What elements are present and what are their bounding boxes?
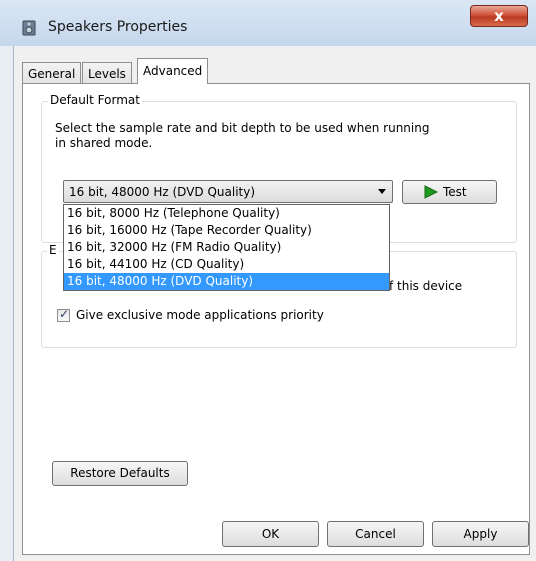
tab-general[interactable]: General: [22, 62, 82, 84]
dialog-client: General Levels Advanced Default Format S…: [13, 46, 536, 561]
restore-defaults-button[interactable]: Restore Defaults: [52, 461, 188, 486]
chevron-down-icon[interactable]: [378, 189, 386, 194]
ok-button[interactable]: OK: [222, 521, 319, 547]
exclusive-mode-label: E: [47, 243, 59, 257]
tab-levels[interactable]: Levels: [82, 62, 132, 84]
title-bar[interactable]: Speakers Properties x: [0, 0, 536, 46]
tab-advanced[interactable]: Advanced: [137, 58, 209, 84]
allow-exclusive-partial-text: f this device: [389, 279, 463, 293]
test-label: Test: [443, 185, 467, 199]
default-format-label: Default Format: [48, 93, 142, 107]
cancel-button[interactable]: Cancel: [327, 521, 424, 547]
speakers-properties-window: Speakers Properties x General Levels Adv…: [0, 0, 536, 561]
close-icon: x: [494, 7, 504, 25]
exclusive-priority-checkbox[interactable]: ✓: [57, 307, 70, 322]
format-option[interactable]: 16 bit, 8000 Hz (Telephone Quality): [64, 205, 389, 222]
format-option[interactable]: 16 bit, 44100 Hz (CD Quality): [64, 256, 389, 273]
format-dropdown-list: 16 bit, 8000 Hz (Telephone Quality) 16 b…: [63, 204, 390, 291]
format-select[interactable]: 16 bit, 48000 Hz (DVD Quality): [63, 180, 393, 203]
window-title: Speakers Properties: [48, 19, 188, 35]
exclusive-priority-label: Give exclusive mode applications priorit…: [76, 308, 324, 322]
format-option[interactable]: 16 bit, 32000 Hz (FM Radio Quality): [64, 239, 389, 256]
advanced-tab-panel: Default Format Select the sample rate an…: [22, 83, 530, 555]
play-icon: [424, 185, 438, 199]
format-option-selected[interactable]: 16 bit, 48000 Hz (DVD Quality): [64, 273, 389, 290]
format-option[interactable]: 16 bit, 16000 Hz (Tape Recorder Quality): [64, 222, 389, 239]
format-description-line1: Select the sample rate and bit depth to …: [55, 121, 430, 135]
apply-button[interactable]: Apply: [432, 521, 529, 547]
checkmark-icon: ✓: [59, 307, 70, 321]
test-button[interactable]: Test: [402, 180, 497, 204]
speaker-icon: [22, 20, 36, 36]
format-description-line2: in shared mode.: [55, 136, 153, 150]
format-select-value: 16 bit, 48000 Hz (DVD Quality): [69, 185, 256, 199]
close-button[interactable]: x: [470, 5, 528, 27]
